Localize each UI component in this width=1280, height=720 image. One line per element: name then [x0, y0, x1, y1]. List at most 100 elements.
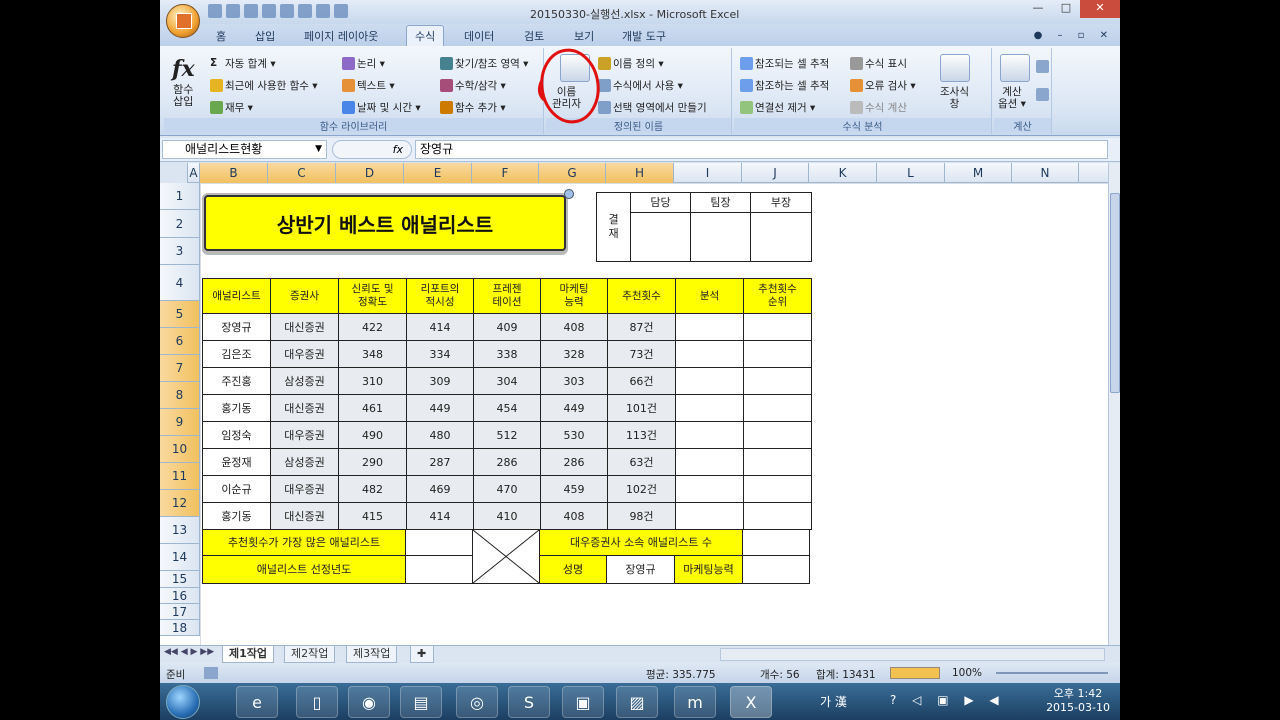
row-header-17[interactable]: 17 [160, 604, 200, 620]
table-cell[interactable]: 454 [473, 394, 541, 422]
close-icon[interactable]: ✕ [1080, 0, 1120, 18]
office-button[interactable] [166, 4, 200, 38]
table-cell[interactable] [675, 367, 744, 395]
col-header-c[interactable]: C [268, 163, 336, 183]
table-cell[interactable] [675, 502, 744, 530]
tray-icons[interactable]: ? ◁ ▣ ▶ ◀ [890, 693, 1005, 707]
table-cell[interactable]: 287 [406, 448, 474, 476]
open-icon[interactable] [262, 4, 276, 18]
col-header-e[interactable]: E [404, 163, 472, 183]
table-header-cell[interactable]: 추천횟수 순위 [743, 278, 812, 314]
table-cell[interactable]: 490 [338, 421, 407, 449]
col-header-k[interactable]: K [809, 163, 877, 183]
s-app-icon[interactable]: S [508, 686, 550, 718]
col-header-a[interactable]: A [188, 163, 200, 183]
table-cell[interactable]: 대우증권 [270, 340, 339, 368]
app-icon[interactable]: ◉ [348, 686, 390, 718]
table-cell[interactable] [743, 394, 812, 422]
use-in-formula-button[interactable]: 수식에서 사용 ▾ [598, 78, 683, 93]
table-cell[interactable]: 대신증권 [270, 502, 339, 530]
table-cell[interactable]: 348 [338, 340, 407, 368]
table-cell[interactable]: 338 [473, 340, 541, 368]
table-cell[interactable]: 512 [473, 421, 541, 449]
macro-record-icon[interactable] [204, 667, 218, 679]
col-header-b[interactable]: B [200, 163, 268, 183]
tab-view[interactable]: 보기 [574, 28, 594, 44]
table-cell[interactable]: 459 [540, 475, 608, 503]
name-box[interactable]: 애널리스트현황 ▼ [162, 140, 327, 159]
table-cell[interactable]: 63건 [607, 448, 676, 476]
financial-button[interactable]: 재무 ▾ [210, 100, 253, 115]
red-app-icon[interactable]: ▣ [562, 686, 604, 718]
sort-icon[interactable] [316, 4, 330, 18]
datetime-button[interactable]: 날짜 및 시간 ▾ [342, 100, 421, 115]
approval-sign-3[interactable] [750, 212, 812, 262]
table-cell[interactable]: 414 [406, 313, 474, 341]
remove-arrows-button[interactable]: 연결선 제거 ▾ [740, 100, 815, 115]
table-header-cell[interactable]: 리포트의 적시성 [406, 278, 474, 314]
table-cell[interactable] [675, 340, 744, 368]
watch-window-button[interactable]: 조사식 창 [940, 86, 969, 110]
banner-title[interactable]: 상반기 베스트 애널리스트 [204, 195, 566, 251]
table-cell[interactable]: 286 [473, 448, 541, 476]
logical-button[interactable]: 논리 ▾ [342, 56, 385, 71]
approval-role-3[interactable]: 부장 [750, 192, 812, 213]
approval-role-2[interactable]: 팀장 [690, 192, 751, 213]
table-cell[interactable]: 102건 [607, 475, 676, 503]
scroll-thumb[interactable] [1110, 193, 1120, 393]
approval-label[interactable]: 결 재 [596, 192, 631, 262]
insert-function-button[interactable]: fx 함수 삽입 [172, 56, 195, 108]
table-cell[interactable]: 328 [540, 340, 608, 368]
row-header-15[interactable]: 15 [160, 571, 200, 588]
table-cell[interactable]: 480 [406, 421, 474, 449]
evaluate-formula-button[interactable]: 수식 계산 [850, 100, 907, 115]
table-cell[interactable]: 422 [338, 313, 407, 341]
more-functions-button[interactable]: 함수 추가 ▾ [440, 100, 506, 115]
approval-sign-2[interactable] [690, 212, 751, 262]
ie-icon[interactable]: e [236, 686, 278, 718]
formula-input[interactable]: 장영규 [415, 140, 1108, 159]
chrome-icon[interactable]: ◎ [456, 686, 498, 718]
ime-indicator[interactable]: 가 漢 [820, 693, 847, 710]
table-cell[interactable]: 410 [473, 502, 541, 530]
resize-handle-icon[interactable] [564, 189, 574, 199]
table-cell[interactable] [743, 475, 812, 503]
table-header-cell[interactable]: 추천횟수 [607, 278, 676, 314]
row-header-5[interactable]: 5 [160, 301, 200, 328]
selection-year-label[interactable]: 애널리스트 선정년도 [202, 555, 406, 584]
define-name-button[interactable]: 이름 정의 ▾ [598, 56, 664, 71]
table-cell[interactable]: 310 [338, 367, 407, 395]
row-header-8[interactable]: 8 [160, 382, 200, 409]
insert-function-fx-button[interactable]: fx [332, 140, 412, 159]
name-value[interactable]: 장영규 [606, 555, 675, 584]
insert-sheet-icon[interactable]: ✚ [410, 646, 434, 663]
approval-role-1[interactable]: 담당 [630, 192, 691, 213]
sheet-tab-1[interactable]: 제1작업 [222, 646, 275, 663]
table-cell[interactable]: 98건 [607, 502, 676, 530]
zoom-slider[interactable] [996, 672, 1108, 674]
daewoo-count-value[interactable] [742, 529, 810, 556]
row-header-10[interactable]: 10 [160, 436, 200, 463]
crossed-out-cell[interactable] [472, 529, 540, 584]
table-cell[interactable]: 홍기동 [202, 394, 271, 422]
table-cell[interactable]: 대신증권 [270, 394, 339, 422]
select-all-corner[interactable] [160, 163, 188, 183]
table-cell[interactable]: 윤정재 [202, 448, 271, 476]
table-cell[interactable] [675, 421, 744, 449]
tab-developer[interactable]: 개발 도구 [622, 28, 666, 44]
name-manager-button[interactable]: 이름 관리자 [552, 86, 581, 110]
selection-year-value[interactable] [405, 555, 473, 584]
show-formulas-button[interactable]: 수식 표시 [850, 56, 907, 71]
folder-icon[interactable]: ▤ [400, 686, 442, 718]
col-header-g[interactable]: G [539, 163, 606, 183]
chevron-down-icon[interactable]: ▼ [315, 141, 322, 158]
row-header-7[interactable]: 7 [160, 355, 200, 382]
row-header-2[interactable]: 2 [160, 210, 200, 238]
zoom-level[interactable]: 100% [952, 667, 982, 679]
row-header-14[interactable]: 14 [160, 544, 200, 571]
cell-grid[interactable]: 상반기 베스트 애널리스트 결 재 담당 팀장 부장 애널리스트 증권사 신뢰도 및… [200, 183, 1108, 645]
table-header-cell[interactable]: 애널리스트 [202, 278, 271, 314]
clock[interactable]: 오후 1:42 2015-03-10 [1046, 687, 1110, 715]
trace-precedents-button[interactable]: 참조되는 셀 추적 [740, 56, 829, 71]
col-header-l[interactable]: L [877, 163, 945, 183]
